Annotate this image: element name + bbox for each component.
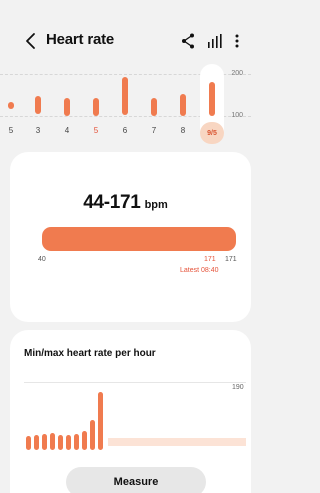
- more-vertical-icon: [235, 34, 239, 48]
- chart-view-button[interactable]: [206, 33, 222, 49]
- app-header: Heart rate: [0, 24, 251, 58]
- day-label: 3: [35, 126, 41, 135]
- share-icon: [182, 33, 194, 49]
- strip-y-label-top: 200: [231, 70, 243, 77]
- day-label: 7: [151, 126, 157, 135]
- range-max-label: 171: [225, 256, 237, 263]
- selected-day-badge[interactable]: 9/5: [200, 122, 224, 144]
- hourly-bar[interactable]: [90, 420, 95, 450]
- daily-bar[interactable]: [122, 77, 128, 115]
- page-title: Heart rate: [46, 31, 115, 48]
- hourly-future-band: [108, 438, 246, 446]
- hourly-gridline: [24, 382, 246, 383]
- hourly-bar[interactable]: [58, 435, 63, 450]
- day-label: 5: [93, 126, 99, 135]
- hourly-bar[interactable]: [26, 436, 31, 450]
- day-label: 4: [64, 126, 70, 135]
- range-min-label: 40: [38, 256, 46, 263]
- latest-reading-label: Latest 08:40: [180, 267, 219, 274]
- heart-rate-screen: Heart rate 5 3 4 5 6 7 8 9/5 200 100 44-…: [0, 0, 251, 493]
- range-bar: [42, 227, 236, 251]
- range-unit: bpm: [144, 199, 168, 211]
- hourly-y-label: 190: [232, 384, 244, 391]
- daily-bar[interactable]: [209, 82, 215, 116]
- daily-bar[interactable]: [8, 102, 14, 109]
- day-label: 6: [122, 126, 128, 135]
- daily-bar[interactable]: [64, 98, 70, 116]
- day-label: 5: [8, 126, 14, 135]
- hourly-bar[interactable]: [74, 434, 79, 450]
- share-button[interactable]: [180, 32, 196, 50]
- strip-y-label-mid: 100: [231, 112, 243, 119]
- hourly-bar[interactable]: [50, 433, 55, 450]
- hourly-bar[interactable]: [98, 392, 103, 450]
- daily-bar[interactable]: [151, 98, 157, 116]
- hourly-bar[interactable]: [82, 431, 87, 450]
- measure-button[interactable]: Measure: [66, 467, 206, 493]
- hourly-bar[interactable]: [66, 435, 71, 450]
- heart-rate-range-card: 44-171 bpm 40 171 171 Latest 08:40: [10, 152, 251, 322]
- daily-bar[interactable]: [93, 98, 99, 116]
- more-options-button[interactable]: [233, 32, 241, 50]
- hourly-bar[interactable]: [34, 435, 39, 450]
- daily-bar[interactable]: [180, 94, 186, 116]
- chevron-left-icon: [26, 33, 35, 49]
- hourly-bar[interactable]: [42, 434, 47, 450]
- bar-chart-icon: [208, 34, 222, 48]
- back-button[interactable]: [22, 30, 42, 52]
- range-marker-label: 171: [204, 256, 216, 263]
- hourly-card-title: Min/max heart rate per hour: [24, 348, 156, 359]
- day-label: 8: [180, 126, 186, 135]
- daily-heart-rate-strip: 5 3 4 5 6 7 8 9/5 200 100: [0, 62, 251, 146]
- range-number: 44-171: [83, 192, 141, 213]
- range-value: 44-171 bpm: [10, 192, 241, 214]
- daily-bar[interactable]: [35, 96, 41, 114]
